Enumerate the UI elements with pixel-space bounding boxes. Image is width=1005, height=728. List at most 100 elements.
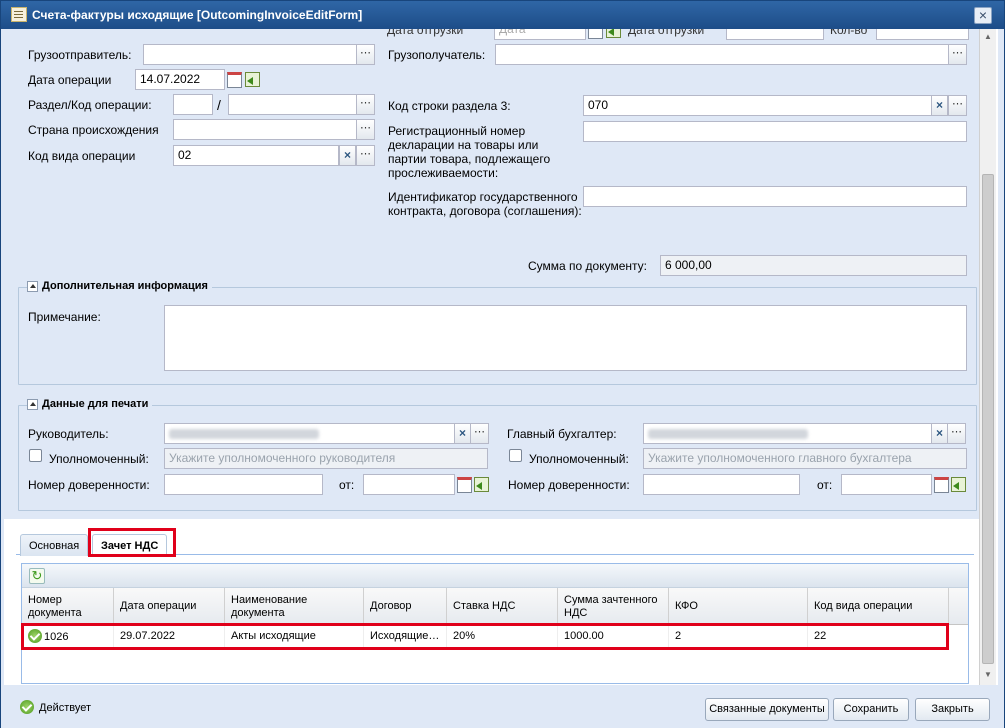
consignee-lookup-button[interactable]: ⋯: [948, 44, 967, 65]
authorized-accountant-input[interactable]: Укажите уполномоченного главного бухгалт…: [643, 448, 967, 469]
vertical-scrollbar[interactable]: ▲ ▼: [979, 29, 996, 685]
grid-header: Номер документа Дата операции Наименован…: [22, 588, 968, 625]
main-form: Дата отгрузки Дата Дата отгрузки Кол-во …: [4, 29, 979, 519]
row-code-label: Код строки раздела 3:: [388, 99, 511, 113]
section-separator: /: [217, 97, 221, 113]
invoice-edit-window: Счета-фактуры исходящие [OutcomingInvoic…: [0, 0, 1005, 728]
proxy-from-date-input-2[interactable]: [841, 474, 932, 495]
consignee-input[interactable]: [495, 44, 949, 65]
col-op-type-code[interactable]: Код вида операции: [808, 588, 949, 625]
chief-accountant-lookup-button[interactable]: ⋯: [947, 423, 966, 444]
col-doc-name[interactable]: Наименование документа: [225, 588, 364, 625]
collapse-icon[interactable]: [27, 280, 38, 292]
additional-info-legend[interactable]: Дополнительная информация: [27, 280, 212, 292]
clipped-label-2: Дата отгрузки: [628, 29, 705, 37]
consignee-label: Грузополучатель:: [388, 48, 486, 62]
clear-icon[interactable]: ×: [339, 145, 356, 166]
clear-icon[interactable]: ×: [454, 423, 471, 444]
window-close-button[interactable]: ×: [974, 7, 992, 24]
undo-icon[interactable]: [949, 475, 966, 494]
undo-icon[interactable]: [604, 29, 621, 40]
section-input[interactable]: [173, 94, 213, 115]
clipped-label-3: Кол-во: [830, 29, 868, 37]
row-code-lookup-button[interactable]: ⋯: [948, 95, 967, 116]
proxy-number-input-2[interactable]: [643, 474, 800, 495]
proxy-from-date-input[interactable]: [363, 474, 455, 495]
clear-icon[interactable]: ×: [931, 423, 948, 444]
clipped-label: Дата отгрузки: [387, 29, 464, 37]
row-highlight-box: [21, 623, 949, 650]
collapse-icon[interactable]: [27, 398, 38, 410]
reg-number-input[interactable]: [583, 121, 967, 142]
check-circle-icon: [20, 700, 34, 714]
col-contract[interactable]: Договор: [364, 588, 447, 625]
form-icon: [11, 7, 27, 22]
redacted-name: [648, 428, 808, 439]
note-textarea[interactable]: [164, 305, 967, 371]
operation-code-lookup-button[interactable]: ⋯: [356, 94, 375, 115]
col-doc-number[interactable]: Номер документа: [22, 588, 114, 625]
col-op-date[interactable]: Дата операции: [114, 588, 225, 625]
proxy-number-input[interactable]: [164, 474, 323, 495]
authorized-head-input[interactable]: Укажите уполномоченного руководителя: [164, 448, 488, 469]
head-label: Руководитель:: [28, 427, 109, 441]
linked-documents-button[interactable]: Связанные документы: [705, 698, 829, 721]
calendar-icon[interactable]: [226, 70, 243, 89]
proxy-from-label: от:: [339, 478, 355, 492]
window-footer: Действует Связанные документы Сохранить …: [1, 691, 1004, 728]
scroll-up-icon[interactable]: ▲: [982, 32, 994, 44]
clipped-input-2[interactable]: [726, 29, 824, 40]
calendar-icon[interactable]: [587, 29, 604, 40]
country-lookup-button[interactable]: ⋯: [356, 119, 375, 140]
shipper-input[interactable]: [143, 44, 357, 65]
tab-main[interactable]: Основная: [20, 534, 89, 556]
additional-info-title: Дополнительная информация: [42, 280, 208, 292]
row-code-input[interactable]: 070: [583, 95, 932, 116]
authorized-head-checkbox[interactable]: [29, 449, 42, 462]
op-type-code-label: Код вида операции: [28, 149, 136, 163]
close-button[interactable]: Закрыть: [915, 698, 990, 721]
clear-icon[interactable]: ×: [931, 95, 948, 116]
authorized-accountant-label: Уполномоченный:: [529, 452, 629, 466]
head-input[interactable]: [164, 423, 455, 444]
country-label: Страна происхождения: [28, 123, 159, 137]
chief-accountant-label: Главный бухгалтер:: [507, 427, 617, 441]
refresh-icon[interactable]: ↻: [29, 568, 45, 584]
calendar-icon[interactable]: [456, 475, 473, 494]
country-input[interactable]: [173, 119, 357, 140]
scroll-thumb[interactable]: [982, 174, 994, 664]
undo-icon[interactable]: [472, 475, 489, 494]
operation-code-input[interactable]: [228, 94, 357, 115]
undo-icon[interactable]: [243, 70, 260, 89]
note-label: Примечание:: [28, 310, 101, 324]
proxy-number-label-2: Номер доверенности:: [508, 478, 630, 492]
chief-accountant-input[interactable]: [643, 423, 932, 444]
grid-toolbar: ↻: [22, 564, 968, 588]
print-data-title: Данные для печати: [42, 398, 149, 410]
tab-highlight-box: [88, 528, 176, 557]
calendar-icon[interactable]: [933, 475, 950, 494]
proxy-from-label-2: от:: [817, 478, 833, 492]
doc-sum-input: 6 000,00: [660, 255, 967, 276]
clipped-date-input[interactable]: Дата: [494, 29, 586, 40]
print-data-legend[interactable]: Данные для печати: [27, 398, 153, 410]
save-button[interactable]: Сохранить: [833, 698, 909, 721]
head-lookup-button[interactable]: ⋯: [470, 423, 489, 444]
col-vat-sum[interactable]: Сумма зачтенного НДС: [558, 588, 669, 625]
op-date-input[interactable]: 14.07.2022: [135, 69, 225, 90]
shipper-label: Грузоотправитель:: [28, 48, 132, 62]
shipper-lookup-button[interactable]: ⋯: [356, 44, 375, 65]
gov-id-input[interactable]: [583, 186, 967, 207]
op-type-code-input[interactable]: 02: [173, 145, 339, 166]
scroll-down-icon[interactable]: ▼: [982, 670, 994, 682]
op-type-code-lookup-button[interactable]: ⋯: [356, 145, 375, 166]
col-kfo[interactable]: КФО: [669, 588, 808, 625]
redacted-name: [169, 428, 319, 439]
status-text: Действует: [39, 702, 92, 714]
proxy-number-label: Номер доверенности:: [28, 478, 150, 492]
col-vat-rate[interactable]: Ставка НДС: [447, 588, 558, 625]
gov-id-label: Идентификатор государственного контракта…: [388, 190, 582, 218]
authorized-accountant-checkbox[interactable]: [509, 449, 522, 462]
clipped-input-3[interactable]: [876, 29, 969, 40]
window-titlebar[interactable]: Счета-фактуры исходящие [OutcomingInvoic…: [1, 1, 1004, 29]
